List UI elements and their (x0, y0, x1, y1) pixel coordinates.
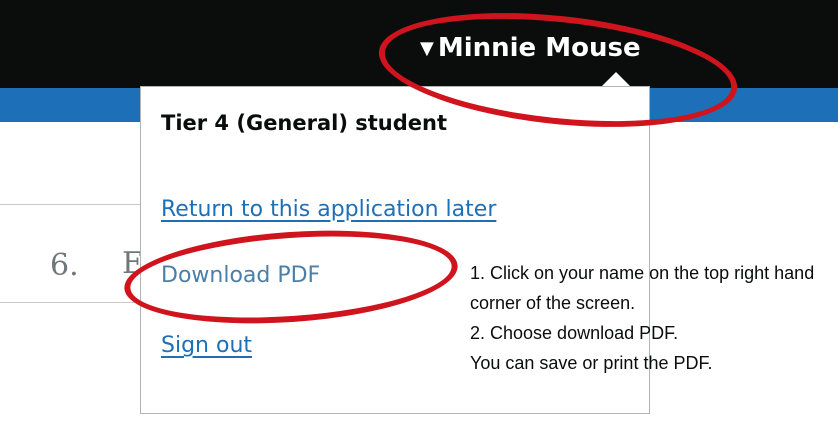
instructions-callout: 1. Click on your name on the top right h… (470, 258, 834, 378)
caret-down-icon: ▼ (420, 38, 434, 59)
divider (0, 204, 142, 205)
step-number: 6. (50, 248, 79, 283)
return-later-link[interactable]: Return to this application later (161, 197, 496, 222)
instruction-save-note: You can save or print the PDF. (470, 353, 713, 373)
site-header (0, 0, 838, 88)
menu-title: Tier 4 (General) student (161, 111, 448, 135)
user-name: Minnie Mouse (437, 33, 641, 63)
instruction-step-1: 1. Click on your name on the top right h… (470, 263, 815, 313)
user-menu-toggle[interactable]: ▼ Minnie Mouse (420, 28, 641, 68)
instruction-step-2: 2. Choose download PDF. (470, 323, 679, 343)
sign-out-link[interactable]: Sign out (161, 333, 252, 358)
screenshot-stage: ▼ Minnie Mouse 6. E Tier 4 (General) stu… (0, 0, 838, 432)
download-pdf-link[interactable]: Download PDF (161, 263, 320, 288)
divider (0, 302, 142, 303)
